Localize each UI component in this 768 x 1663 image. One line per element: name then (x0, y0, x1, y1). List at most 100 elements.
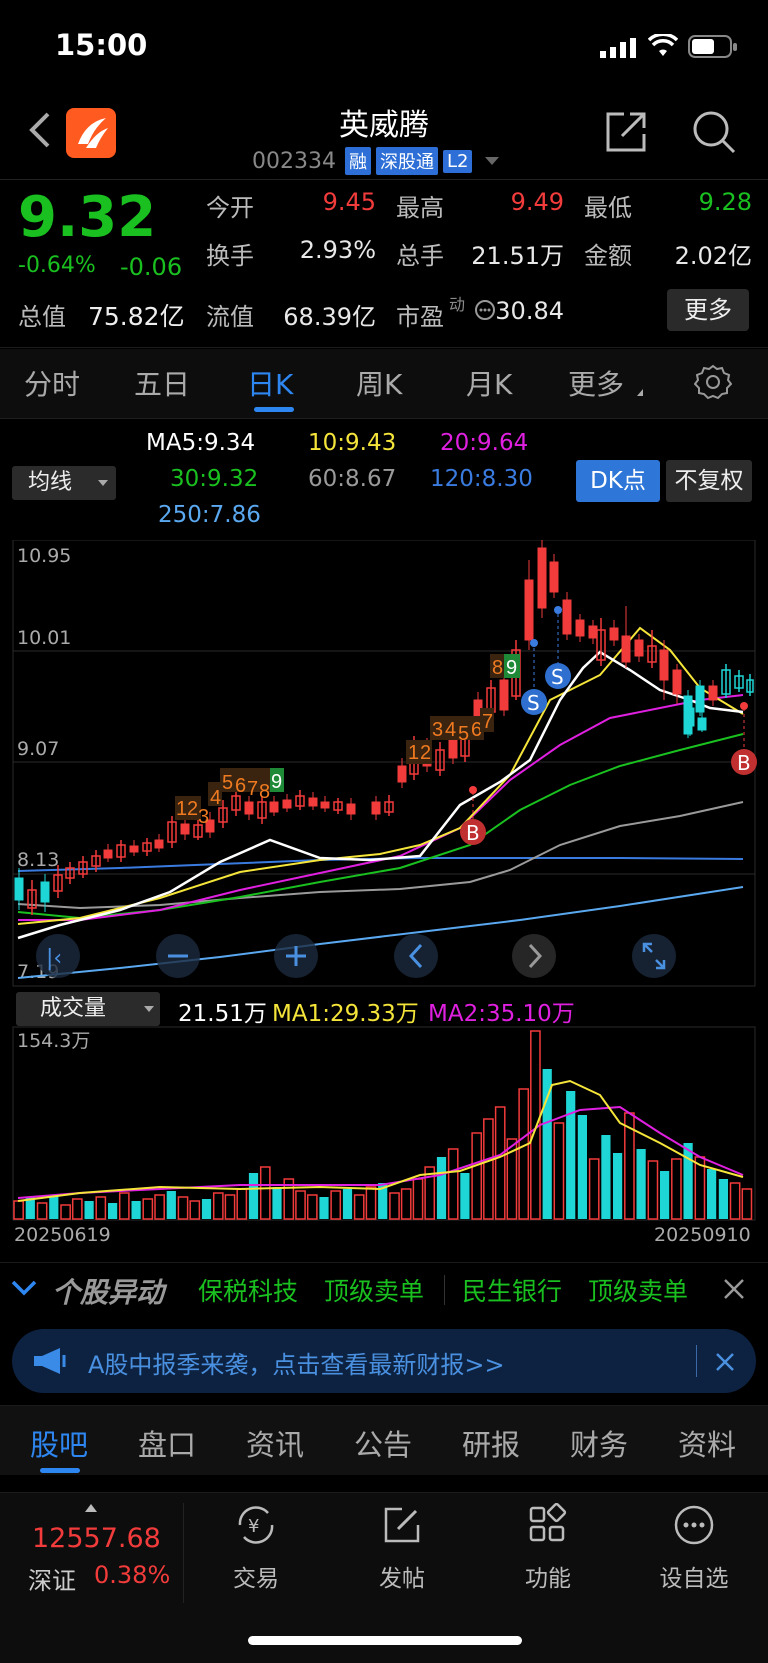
up-arrow-icon (85, 1504, 97, 1512)
l2-tag: L2 (442, 149, 473, 173)
close-icon[interactable] (722, 1277, 746, 1301)
volume-bar (660, 1171, 670, 1219)
nav-trade[interactable]: ¥ 交易 (206, 1503, 306, 1593)
ticker-item[interactable]: 顶级卖单 (588, 1272, 688, 1308)
chevron-down-icon (144, 1006, 154, 1012)
ticker-item[interactable]: 保税科技 (198, 1272, 298, 1308)
total-value: 75.82亿 (88, 302, 185, 331)
buy-signal: B (466, 821, 480, 845)
nav-functions[interactable]: 功能 (498, 1502, 598, 1593)
no-adjust-button[interactable]: 不复权 (666, 460, 752, 502)
volume-value: 21.51万 (471, 242, 564, 270)
pe-value: 30.84 (495, 297, 564, 325)
count-label: 6 (235, 775, 246, 797)
volume-bar (60, 1204, 71, 1220)
stock-code: 002334 (252, 148, 336, 174)
tab-underline (254, 407, 294, 412)
count-label: 8 (492, 657, 503, 679)
index-value[interactable]: 12557.68 (32, 1523, 161, 1554)
y-label-2: 10.01 (17, 627, 71, 649)
count-label: 8 (259, 781, 270, 803)
tab-daily-k[interactable]: 日K (247, 363, 293, 403)
battery-icon (688, 35, 737, 58)
volume-bar (494, 1106, 506, 1220)
volume-bar (707, 1169, 717, 1219)
tab-guba[interactable]: 股吧 (30, 1422, 88, 1464)
stock-name: 英威腾 (339, 108, 429, 143)
volume-bar (718, 1179, 728, 1219)
tab-order-book[interactable]: 盘口 (138, 1422, 196, 1464)
nav-post[interactable]: 发帖 (352, 1503, 452, 1593)
total-value-label: 总值 (18, 303, 66, 331)
volume-bar (330, 1190, 342, 1220)
edit-icon (384, 1507, 420, 1543)
tab-profile[interactable]: 资料 (678, 1422, 736, 1464)
tab-announcements[interactable]: 公告 (354, 1422, 412, 1464)
ticker-divider (444, 1275, 445, 1305)
scroll-right-button[interactable] (512, 934, 556, 978)
dk-point-button[interactable]: DK点 (576, 460, 660, 502)
tab-news[interactable]: 资讯 (246, 1422, 304, 1464)
ma30-value: 30:9.32 (170, 466, 259, 492)
count-label: 7 (247, 778, 258, 800)
zoom-out-button[interactable] (156, 934, 200, 978)
turnover-label: 换手 (206, 242, 254, 270)
close-icon[interactable] (714, 1351, 736, 1373)
share-icon[interactable] (604, 108, 650, 154)
sell-signal: S (527, 691, 540, 715)
volume-bar (71, 1198, 83, 1220)
volume-ma2: MA2:35.10万 (428, 1001, 575, 1027)
tab-five-day[interactable]: 五日 (134, 363, 190, 403)
ma60-line (17, 801, 744, 910)
ma-selector[interactable]: 均线 (12, 466, 116, 500)
open-label: 今开 (206, 194, 254, 222)
content-tabs: 股吧 盘口 资讯 公告 研报 财务 资料 (0, 1405, 768, 1475)
ticker-item[interactable]: 顶级卖单 (324, 1272, 424, 1308)
float-value-label: 流值 (206, 303, 254, 331)
volume-bar (471, 1132, 483, 1220)
quote-panel: 9.32 -0.64% -0.06 总值 75.82亿 今开 9.45 最高 9… (0, 181, 768, 348)
margin-tag: 融 (344, 147, 371, 175)
search-icon[interactable] (690, 108, 738, 156)
more-quote-button[interactable]: 更多 (667, 289, 749, 331)
volume-header: 成交量 21.51万 MA1:29.33万 MA2:35.10万 (0, 988, 768, 1028)
nav-add-watchlist-label: 设自选 (659, 1566, 729, 1592)
nav-add-watchlist[interactable]: 设自选 (644, 1503, 744, 1593)
volume-bar (13, 1200, 24, 1220)
volume-bar (108, 1203, 118, 1219)
sequence-counters: 1 2 3 4 5 6 7 8 9 1 2 3 4 5 6 7 8 9 (175, 654, 520, 828)
chevron-down-icon[interactable] (485, 157, 500, 165)
kline-chart[interactable]: 10.95 10.01 9.07 8.13 7.19 1 2 3 4 5 6 7… (0, 540, 768, 988)
chevron-down-icon[interactable] (10, 1279, 38, 1297)
chart-left-end-button[interactable]: |‹ (36, 934, 80, 978)
ma5-line (17, 650, 744, 940)
svg-text:|‹: |‹ (46, 946, 62, 971)
turnover-value: 2.93% (299, 236, 376, 264)
tab-weekly-k[interactable]: 周K (356, 363, 402, 403)
tab-monthly-k[interactable]: 月K (466, 363, 512, 403)
tab-more[interactable]: 更多 (568, 363, 624, 403)
ticker-item[interactable]: 民生银行 (462, 1272, 562, 1308)
volume-bar (741, 1188, 753, 1220)
stock-alerts-ticker[interactable]: 个股异动 保税科技 顶级卖单 民生银行 顶级卖单 (0, 1262, 768, 1314)
tab-research[interactable]: 研报 (462, 1422, 520, 1464)
volume-bar (236, 1188, 248, 1220)
volume-bar (647, 1160, 659, 1220)
tab-financials[interactable]: 财务 (570, 1422, 628, 1464)
volume-bar (729, 1182, 741, 1220)
high-value: 9.49 (510, 188, 564, 216)
gear-icon[interactable] (694, 363, 732, 401)
stock-code-row[interactable]: 002334 融 深股通 L2 (252, 146, 500, 176)
y-label-4: 8.13 (17, 849, 59, 871)
volume-bar (95, 1196, 107, 1220)
scroll-left-button[interactable] (394, 934, 438, 978)
volume-bar (84, 1201, 94, 1219)
promo-banner[interactable]: A股中报季来袭，点击查看最新财报>> (12, 1329, 756, 1393)
volume-chart[interactable]: 154.3万 (0, 1025, 768, 1222)
volume-bar (436, 1157, 447, 1219)
y-label-top: 10.95 (17, 545, 71, 567)
volume-indicator-selector[interactable]: 成交量 (16, 992, 160, 1026)
fullscreen-button[interactable] (632, 934, 676, 978)
zoom-in-button[interactable] (274, 934, 318, 978)
tab-intraday[interactable]: 分时 (24, 363, 80, 403)
